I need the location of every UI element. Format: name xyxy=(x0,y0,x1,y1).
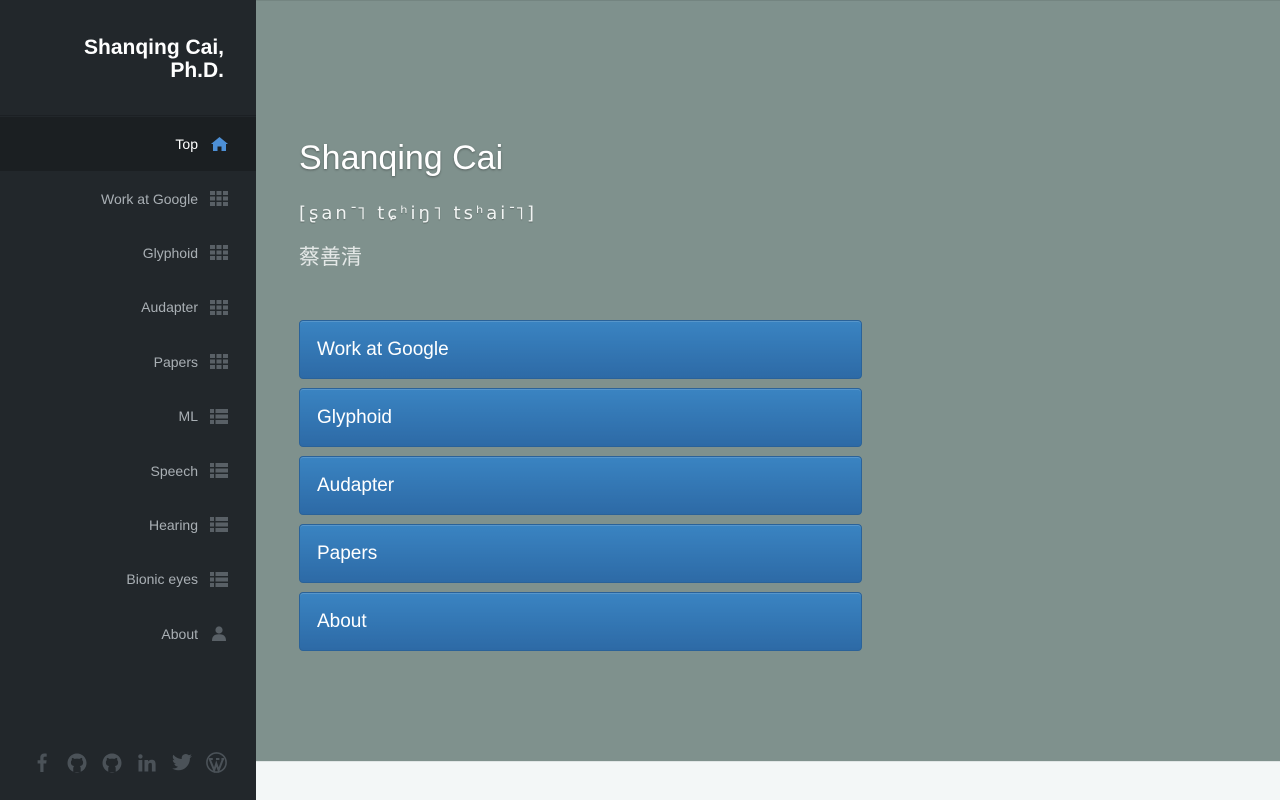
brand-line-2: Ph.D. xyxy=(170,59,224,82)
sidebar-item-audapter[interactable]: Audapter xyxy=(0,280,256,334)
sidebar-item-label: Papers xyxy=(153,353,198,370)
section-buttons: Work at Google Glyphoid Audapter Papers … xyxy=(299,320,862,660)
list-icon xyxy=(210,463,228,479)
sidebar-item-label: Speech xyxy=(150,462,198,479)
sidebar-item-hearing[interactable]: Hearing xyxy=(0,498,256,552)
grid-icon xyxy=(210,354,228,370)
linkedin-icon[interactable] xyxy=(135,751,158,774)
github-icon[interactable] xyxy=(100,751,123,774)
sidebar-item-label: ML xyxy=(178,408,198,425)
sidebar-item-label: Glyphoid xyxy=(142,244,198,261)
facebook-icon[interactable] xyxy=(30,751,53,774)
user-icon xyxy=(210,626,228,642)
sidebar-item-speech[interactable]: Speech xyxy=(0,443,256,497)
grid-icon xyxy=(210,245,228,261)
sidebar-divider xyxy=(0,115,256,116)
sidebar-item-label: Work at Google xyxy=(100,190,198,207)
footer-band xyxy=(256,761,1280,800)
twitter-icon[interactable] xyxy=(170,751,193,774)
github-icon[interactable] xyxy=(65,751,88,774)
audapter-button[interactable]: Audapter xyxy=(299,456,862,515)
sidebar: Shanqing Cai, Ph.D. Top Work at Google G… xyxy=(0,0,256,800)
sidebar-item-about[interactable]: About xyxy=(0,607,256,661)
home-icon xyxy=(210,136,228,152)
sidebar-item-work-at-google[interactable]: Work at Google xyxy=(0,171,256,225)
about-button[interactable]: About xyxy=(299,592,862,651)
ipa-pronunciation: [ʂan˥˥ tɕʰiŋ˥ tsʰai˥˥] xyxy=(299,203,538,224)
sidebar-nav: Top Work at Google Glyphoid Audapter Pap… xyxy=(0,117,256,661)
sidebar-item-bionic-eyes[interactable]: Bionic eyes xyxy=(0,552,256,606)
grid-icon xyxy=(210,299,228,315)
brand-line-1: Shanqing Cai, xyxy=(83,36,224,59)
sidebar-item-label: Top xyxy=(175,136,198,153)
sidebar-item-glyphoid[interactable]: Glyphoid xyxy=(0,226,256,280)
sidebar-item-label: Hearing xyxy=(148,516,198,533)
list-icon xyxy=(210,408,228,424)
chinese-name: 蔡善清 xyxy=(299,245,362,269)
page-title: Shanqing Cai xyxy=(299,139,504,177)
sidebar-item-label: About xyxy=(161,625,198,642)
brand-name[interactable]: Shanqing Cai, Ph.D. xyxy=(24,36,224,82)
papers-button[interactable]: Papers xyxy=(299,524,862,583)
social-links xyxy=(30,751,228,774)
grid-icon xyxy=(210,191,228,207)
work-at-google-button[interactable]: Work at Google xyxy=(299,320,862,379)
list-icon xyxy=(210,517,228,533)
sidebar-item-label: Audapter xyxy=(141,299,198,316)
wordpress-icon[interactable] xyxy=(205,751,228,774)
main-content: Shanqing Cai [ʂan˥˥ tɕʰiŋ˥ tsʰai˥˥] 蔡善清 … xyxy=(256,0,1280,761)
sidebar-item-label: Bionic eyes xyxy=(126,571,198,588)
glyphoid-button[interactable]: Glyphoid xyxy=(299,388,862,447)
sidebar-item-ml[interactable]: ML xyxy=(0,389,256,443)
sidebar-item-top[interactable]: Top xyxy=(0,117,256,172)
sidebar-item-papers[interactable]: Papers xyxy=(0,335,256,389)
list-icon xyxy=(210,571,228,587)
